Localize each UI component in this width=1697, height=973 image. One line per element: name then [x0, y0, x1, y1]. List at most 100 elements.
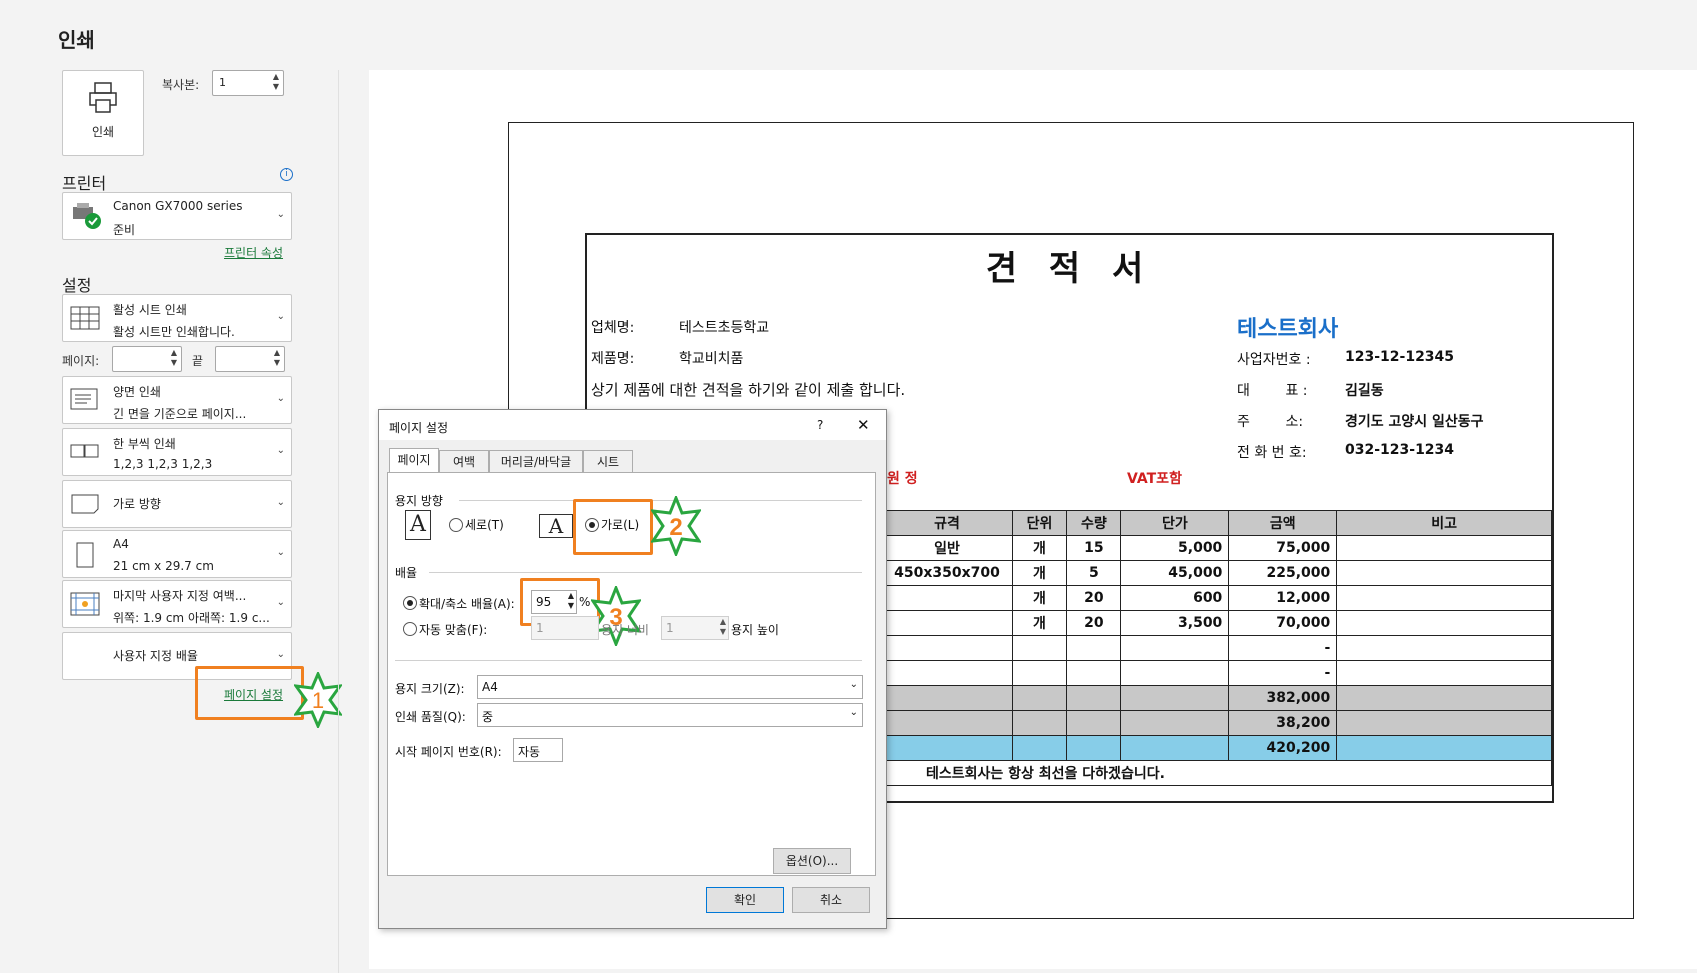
copies-label: 복사본: — [162, 78, 200, 92]
print-what-select[interactable]: 활성 시트 인쇄 활성 시트만 인쇄합니다. ⌄ — [62, 294, 292, 342]
step-2-star-icon: 2 — [651, 496, 701, 556]
table-header-cell: 비고 — [1336, 510, 1552, 536]
tab-margins[interactable]: 여백 — [439, 450, 489, 473]
fit-to-radio[interactable] — [403, 622, 417, 636]
vat-label: VAT포함 — [1127, 471, 1182, 487]
chevron-down-icon: ⌄ — [849, 679, 858, 690]
table-header-cell: 단가 — [1120, 510, 1230, 536]
setting-detail: 긴 면을 기준으로 페이지... — [113, 407, 247, 421]
table-header-cell: 규격 — [881, 510, 1013, 536]
fit-wide-value: 1 — [536, 621, 544, 635]
print-quality-value: 중 — [482, 710, 494, 724]
paper-size-value: A4 — [482, 680, 498, 694]
first-page-number-input[interactable]: 자동 — [513, 738, 563, 762]
stepper-arrows-icon[interactable]: ▲ ▼ — [274, 348, 280, 368]
help-button[interactable]: ? — [817, 418, 823, 432]
scaling-section-label: 배율 — [395, 566, 418, 580]
printer-properties-link[interactable]: 프린터 속성 — [224, 244, 283, 261]
duplex-icon — [70, 388, 98, 410]
rep-value: 김길동 — [1345, 383, 1384, 399]
subtotal-value: 382,000 — [1228, 685, 1338, 711]
paper-size-select[interactable]: A4 ⌄ — [477, 675, 863, 699]
setting-detail: 21 cm x 29.7 cm — [113, 559, 214, 573]
pages-from-stepper[interactable]: ▲ ▼ — [112, 346, 182, 372]
dialog-title: 페이지 설정 — [389, 421, 449, 435]
biz-number-label: 사업자번호 : — [1237, 352, 1311, 368]
tax-value: 38,200 — [1228, 710, 1338, 736]
chevron-down-icon: ⌄ — [276, 597, 285, 608]
product-value: 학교비치품 — [679, 351, 744, 367]
landscape-page-icon — [71, 494, 99, 514]
printer-status-icon — [73, 203, 101, 229]
chevron-down-icon: ⌄ — [276, 393, 285, 404]
chevron-down-icon: ⌄ — [276, 547, 285, 558]
print-quality-select[interactable]: 중 ⌄ — [477, 703, 863, 727]
duplex-select[interactable]: 양면 인쇄 긴 면을 기준으로 페이지... ⌄ — [62, 376, 292, 424]
portrait-page-icon — [76, 542, 94, 568]
pages-to-label: 끝 — [192, 354, 204, 368]
stepper-arrows-icon[interactable]: ▲ ▼ — [720, 617, 726, 637]
print-button-label: 인쇄 — [91, 125, 115, 139]
setting-label: 활성 시트 인쇄 — [113, 303, 187, 317]
sheet-grid-icon — [70, 306, 100, 330]
biz-number-value: 123-12-12345 — [1345, 349, 1455, 365]
adjust-to-radio[interactable] — [403, 596, 417, 610]
tab-page[interactable]: 페이지 — [389, 448, 439, 473]
info-icon[interactable]: i — [280, 168, 293, 181]
fit-to-label[interactable]: 자동 맞춤(F): — [419, 621, 487, 638]
tel-label: 전 화 번 호: — [1237, 445, 1307, 461]
fit-tall-input[interactable]: 1 ▲ ▼ — [661, 616, 729, 640]
portrait-label[interactable]: 세로(T) — [465, 516, 504, 533]
quote-statement: 상기 제품에 대한 견적을 하기와 같이 제출 합니다. — [591, 381, 906, 399]
table-header-cell: 금액 — [1228, 510, 1338, 536]
margins-select[interactable]: 마지막 사용자 지정 여백... 위쪽: 1.9 cm 아래쪽: 1.9 c..… — [62, 580, 292, 628]
company-name: 테스트회사 — [1237, 317, 1339, 342]
printer-icon — [89, 82, 117, 113]
stepper-arrows-icon[interactable]: ▲ ▼ — [171, 348, 177, 368]
cancel-button[interactable]: 취소 — [792, 887, 870, 913]
ok-button[interactable]: 확인 — [706, 887, 784, 913]
setting-detail: 1,2,3 1,2,3 1,2,3 — [113, 457, 213, 471]
highlight-box-1 — [195, 666, 304, 720]
print-button[interactable]: 인쇄 — [62, 70, 144, 156]
collate-select[interactable]: 한 부씩 인쇄 1,2,3 1,2,3 1,2,3 ⌄ — [62, 428, 292, 476]
close-button[interactable]: ✕ — [857, 416, 870, 434]
printer-select[interactable]: Canon GX7000 series 준비 ⌄ — [62, 192, 292, 240]
total-value: 420,200 — [1228, 735, 1338, 761]
chevron-down-icon: ⌄ — [276, 497, 285, 508]
copies-stepper[interactable]: 1 ▲ ▼ — [212, 70, 284, 96]
fit-tall-label: 용지 높이 — [731, 623, 779, 637]
setting-detail: 위쪽: 1.9 cm 아래쪽: 1.9 c... — [113, 611, 270, 625]
tab-header-footer[interactable]: 머리글/바닥글 — [489, 450, 583, 473]
chevron-down-icon: ⌄ — [276, 649, 285, 660]
step-1-star-icon: 1 — [294, 672, 342, 728]
fit-wide-input[interactable]: 1 — [531, 616, 599, 640]
setting-label: 양면 인쇄 — [113, 385, 161, 399]
portrait-radio[interactable] — [449, 518, 463, 532]
printer-name: Canon GX7000 series — [113, 199, 243, 213]
tab-sheet[interactable]: 시트 — [583, 450, 633, 473]
quote-title: 견 적 서 — [985, 249, 1154, 289]
panel-divider — [338, 70, 339, 973]
table-header-cell: 수량 — [1066, 510, 1122, 536]
chevron-down-icon: ⌄ — [849, 707, 858, 718]
pages-to-stepper[interactable]: ▲ ▼ — [215, 346, 285, 372]
dialog-titlebar — [379, 410, 886, 440]
address-label: 주 소: — [1237, 414, 1304, 430]
paper-size-select[interactable]: A4 21 cm x 29.7 cm ⌄ — [62, 530, 292, 578]
stepper-arrows-icon[interactable]: ▲ ▼ — [273, 72, 279, 92]
vendor-value: 테스트초등학교 — [679, 320, 770, 336]
orientation-select[interactable]: 가로 방향 ⌄ — [62, 480, 292, 528]
highlight-box-2 — [573, 499, 653, 555]
step-1-number: 1 — [312, 688, 324, 713]
product-label: 제품명: — [591, 351, 635, 367]
page-setup-dialog: 페이지 설정 ? ✕ 페이지 여백 머리글/바닥글 시트 용지 방향 A 세로(… — [378, 409, 887, 929]
options-button[interactable]: 옵션(O)... — [773, 848, 851, 874]
fit-tall-value: 1 — [666, 621, 674, 635]
chevron-down-icon: ⌄ — [276, 445, 285, 456]
section-divider — [429, 572, 862, 573]
landscape-orientation-icon: A — [539, 514, 573, 538]
first-page-number-value: 자동 — [518, 745, 541, 759]
setting-label: 사용자 지정 배율 — [113, 649, 198, 663]
adjust-to-label[interactable]: 확대/축소 배율(A): — [419, 595, 515, 612]
